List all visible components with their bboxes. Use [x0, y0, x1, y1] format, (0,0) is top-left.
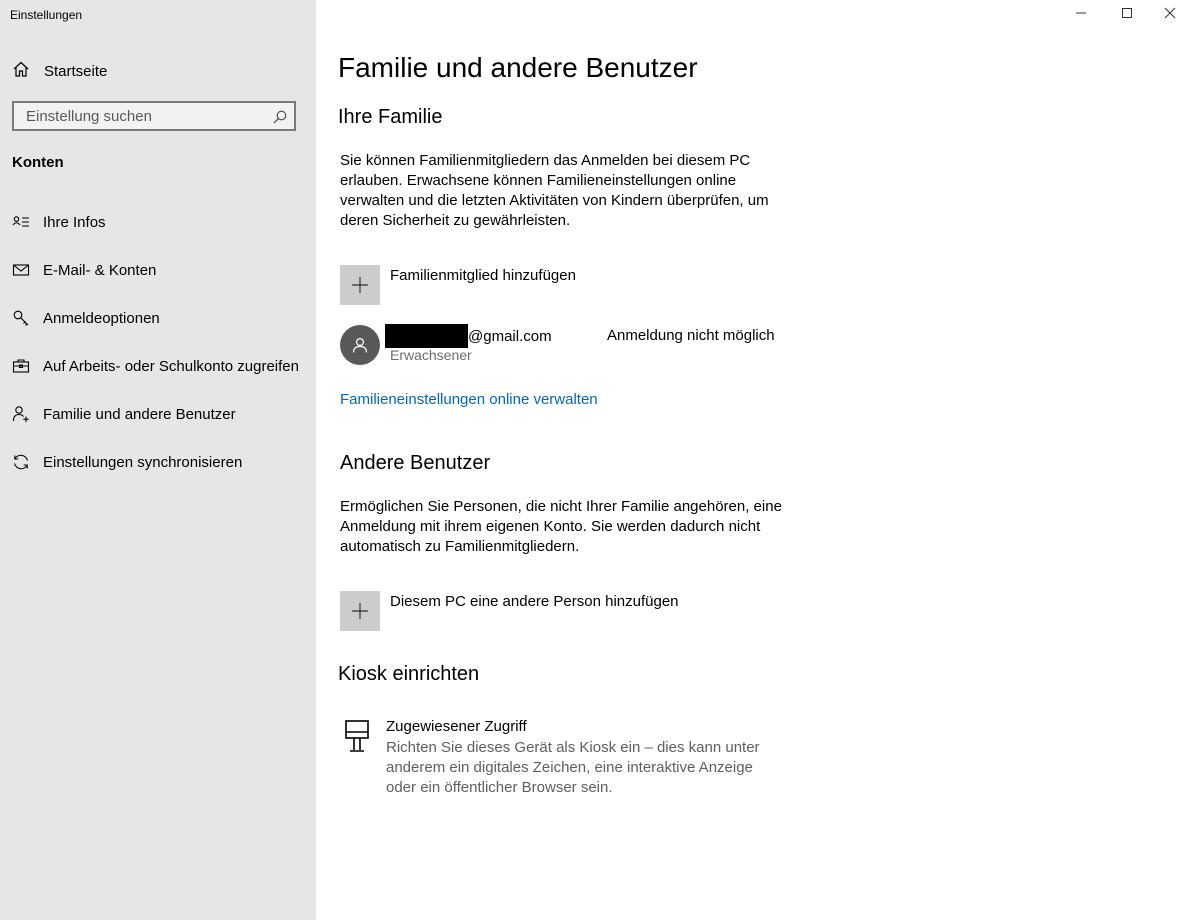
assigned-access-description: Richten Sie dieses Gerät als Kiosk ein –…: [386, 739, 760, 796]
sidebar-item-synchronisieren[interactable]: Einstellungen synchronisieren: [12, 450, 242, 474]
assigned-access-title: Zugewiesener Zugriff: [386, 718, 527, 735]
kiosk-heading: Kiosk einrichten: [338, 663, 480, 685]
sidebar-item-anmeldeoptionen[interactable]: Anmeldeoptionen: [12, 306, 160, 330]
add-family-member-button[interactable]: Familienmitglied hinzufügen: [340, 265, 576, 305]
family-description: Sie können Familienmitgliedern das Anmel…: [340, 152, 769, 229]
member-email-suffix: @gmail.com: [468, 327, 552, 345]
sidebar: Einstellungen Startseite Konten Ihre Inf…: [0, 0, 316, 920]
home-icon: [12, 60, 30, 83]
sidebar-item-label: Ihre Infos: [43, 213, 106, 231]
main-content: Familie und andere Benutzer Ihre Familie…: [316, 0, 1193, 920]
family-heading: Ihre Familie: [338, 106, 443, 128]
home-label: Startseite: [44, 62, 108, 80]
section-label-konten: Konten: [12, 154, 64, 171]
plus-icon: [340, 591, 380, 631]
member-role: Erwachsener: [390, 347, 472, 363]
other-users-heading: Andere Benutzer: [340, 452, 491, 474]
sidebar-item-label: E-Mail- & Konten: [43, 261, 157, 279]
search-box[interactable]: [12, 101, 296, 131]
avatar: [340, 325, 380, 365]
search-icon[interactable]: [272, 109, 288, 130]
search-input[interactable]: [24, 106, 268, 126]
member-status: Anmeldung nicht möglich: [607, 327, 775, 344]
plus-icon: [340, 265, 380, 305]
sidebar-item-email-konten[interactable]: E-Mail- & Konten: [12, 258, 156, 282]
add-other-person-button[interactable]: Diesem PC eine andere Person hinzufügen: [340, 591, 679, 631]
sidebar-item-familie[interactable]: Familie und andere Benutzer: [12, 402, 236, 426]
sidebar-item-label: Einstellungen synchronisieren: [43, 453, 243, 471]
briefcase-icon: [12, 357, 30, 375]
contact-card-icon: [12, 213, 30, 231]
sync-icon: [12, 453, 30, 471]
family-member-entry[interactable]: @gmail.com Erwachsener Anmeldung nicht m…: [340, 323, 800, 369]
add-family-member-label: Familienmitglied hinzufügen: [390, 267, 576, 284]
mail-icon: [12, 261, 30, 279]
page-title: Familie und andere Benutzer: [338, 52, 698, 83]
sidebar-item-label: Anmeldeoptionen: [43, 309, 160, 327]
sidebar-item-ihre-infos[interactable]: Ihre Infos: [12, 210, 106, 234]
kiosk-icon: [344, 720, 370, 759]
app-title: Einstellungen: [10, 8, 83, 22]
sidebar-item-label: Familie und andere Benutzer: [43, 405, 236, 423]
sidebar-item-label: Auf Arbeits- oder Schulkonto zugreifen: [43, 357, 299, 375]
add-other-person-label: Diesem PC eine andere Person hinzufügen: [390, 593, 679, 610]
key-icon: [12, 309, 30, 327]
sidebar-item-arbeits-schulkonto[interactable]: Auf Arbeits- oder Schulkonto zugreifen: [12, 354, 299, 378]
person-add-icon: [12, 405, 30, 423]
other-users-description: Ermöglichen Sie Personen, die nicht Ihre…: [340, 498, 782, 555]
home-button[interactable]: Startseite: [12, 60, 107, 82]
redaction-box: [385, 324, 468, 348]
member-email: @gmail.com: [385, 323, 552, 349]
manage-family-online-link[interactable]: Familieneinstellungen online verwalten: [340, 391, 598, 408]
